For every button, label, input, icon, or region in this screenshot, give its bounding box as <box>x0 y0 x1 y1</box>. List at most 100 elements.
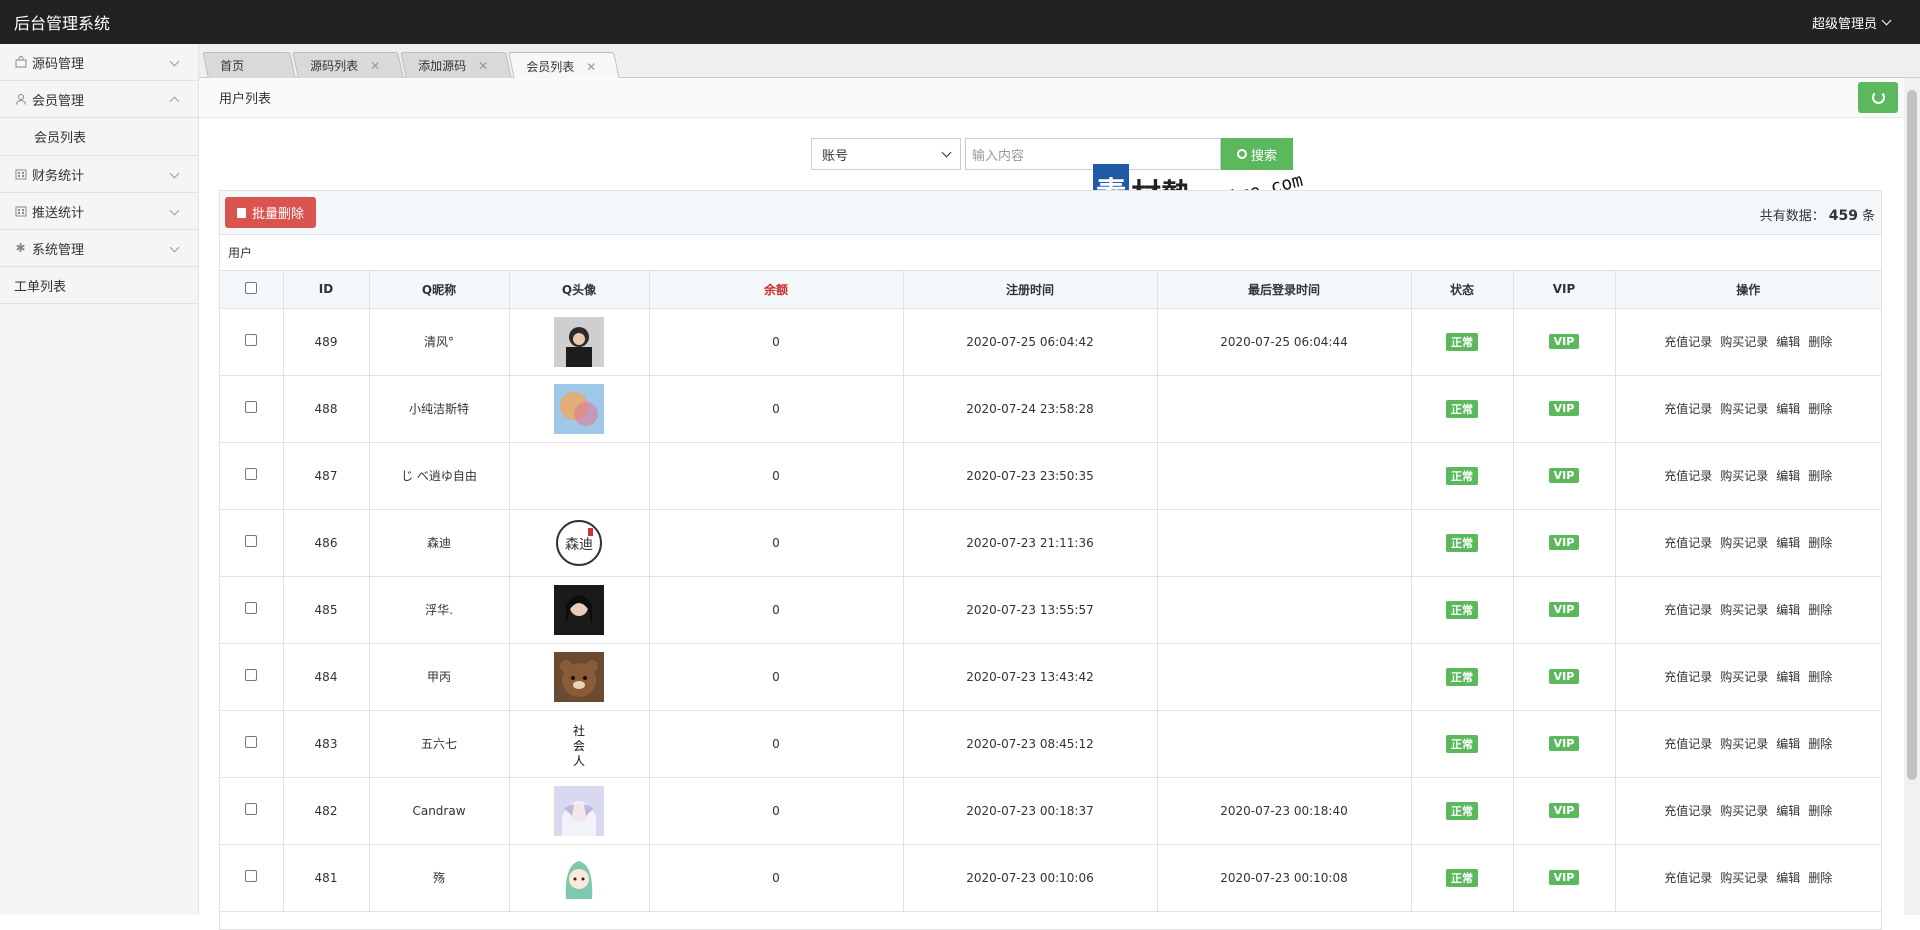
row-checkbox[interactable] <box>245 535 258 547</box>
search-field-select[interactable]: 账号 <box>811 138 961 170</box>
row-checkbox[interactable] <box>245 803 258 815</box>
delete-link[interactable]: 删除 <box>1808 737 1832 751</box>
row-checkbox[interactable] <box>245 669 258 681</box>
close-icon[interactable]: ✕ <box>370 59 380 73</box>
id-cell: 481 <box>283 844 370 912</box>
edit-link[interactable]: 编辑 <box>1776 670 1800 684</box>
delete-link[interactable]: 删除 <box>1808 804 1832 818</box>
purchase-records-link[interactable]: 购买记录 <box>1720 402 1768 416</box>
purchase-records-link[interactable]: 购买记录 <box>1720 603 1768 617</box>
scrollbar-thumb[interactable] <box>1907 90 1917 780</box>
close-icon[interactable]: ✕ <box>478 59 488 73</box>
delete-link[interactable]: 删除 <box>1808 469 1832 483</box>
recharge-records-link[interactable]: 充值记录 <box>1664 804 1712 818</box>
column-header[interactable]: 注册时间 <box>903 271 1158 309</box>
table-row[interactable]: 488 小纯洁斯特 0 2020-07-24 23:58:28 正常 VIP 充值记录 购买记… <box>220 375 1881 443</box>
table-row[interactable]: 489 清风° 0 2020-07-25 06:04:42 2020-07-25 06:… <box>220 308 1881 376</box>
recharge-records-link[interactable]: 充值记录 <box>1664 670 1712 684</box>
row-checkbox[interactable] <box>245 334 258 346</box>
recharge-records-link[interactable]: 充值记录 <box>1664 737 1712 751</box>
search-input[interactable]: 输入内容 <box>965 138 1221 170</box>
search-button[interactable]: 搜索 <box>1221 138 1293 170</box>
table-row[interactable]: 486 森迪 森迪 0 2020-07-23 21:11:36 正常 VIP 充值记录 购买记录… <box>220 509 1881 577</box>
edit-link[interactable]: 编辑 <box>1776 469 1800 483</box>
purchase-records-link[interactable]: 购买记录 <box>1720 536 1768 550</box>
register-time-cell: 2020-07-25 06:04:42 <box>903 308 1158 376</box>
recharge-records-link[interactable]: 充值记录 <box>1664 871 1712 885</box>
sidebar-item-push-stats[interactable]: 推送统计 <box>0 193 198 230</box>
purchase-records-link[interactable]: 购买记录 <box>1720 335 1768 349</box>
delete-link[interactable]: 删除 <box>1808 603 1832 617</box>
row-checkbox[interactable] <box>245 736 258 748</box>
row-checkbox[interactable] <box>245 468 258 480</box>
edit-link[interactable]: 编辑 <box>1776 871 1800 885</box>
tab-member-list[interactable]: 会员列表 ✕ <box>508 52 620 79</box>
table-row[interactable]: 487 じ べ逍ゆ自由 0 2020-07-23 23:50:35 正常 VIP 充值记录购… <box>220 442 1881 510</box>
purchase-records-link[interactable]: 购买记录 <box>1720 670 1768 684</box>
user-menu-label: 超级管理员 <box>1811 16 1877 32</box>
batch-delete-button[interactable]: 批量删除 <box>225 197 317 228</box>
delete-link[interactable]: 删除 <box>1808 871 1832 885</box>
register-time-cell: 2020-07-23 13:55:57 <box>903 576 1158 644</box>
delete-link[interactable]: 删除 <box>1808 335 1832 349</box>
svg-text:人: 人 <box>573 754 585 768</box>
tab-label: 会员列表 <box>526 59 575 74</box>
edit-link[interactable]: 编辑 <box>1776 536 1800 550</box>
row-checkbox[interactable] <box>245 602 258 614</box>
column-header[interactable]: VIP <box>1513 271 1616 309</box>
edit-link[interactable]: 编辑 <box>1776 737 1800 751</box>
avatar-cell <box>509 844 650 912</box>
vip-cell: VIP <box>1513 509 1616 577</box>
recharge-records-link[interactable]: 充值记录 <box>1664 469 1712 483</box>
recharge-records-link[interactable]: 充值记录 <box>1664 603 1712 617</box>
recharge-records-link[interactable]: 充值记录 <box>1664 402 1712 416</box>
delete-link[interactable]: 删除 <box>1808 402 1832 416</box>
last-login-cell <box>1157 576 1412 644</box>
sidebar-item-system-management[interactable]: ✱ 系统管理 <box>0 230 198 267</box>
refresh-button[interactable] <box>1858 82 1898 113</box>
table-row[interactable]: 485 浮华. 0 2020-07-23 13:55:57 正常 VIP 充值记录 购买记录编… <box>220 576 1881 644</box>
purchase-records-link[interactable]: 购买记录 <box>1720 804 1768 818</box>
purchase-records-link[interactable]: 购买记录 <box>1720 737 1768 751</box>
purchase-records-link[interactable]: 购买记录 <box>1720 871 1768 885</box>
column-header[interactable]: ID <box>283 271 370 309</box>
user-menu[interactable]: 超级管理员 <box>1812 13 1906 32</box>
table-row[interactable]: 483 五六七社会人 0 2020-07-23 08:45:12 正常 VIP 充值记录 购买… <box>220 710 1881 778</box>
close-icon[interactable]: ✕ <box>586 59 596 73</box>
sidebar-item-ticket-list[interactable]: 工单列表 <box>0 267 198 304</box>
edit-link[interactable]: 编辑 <box>1776 402 1800 416</box>
table-row[interactable]: 484 甲丙 0 2020-07-23 13:43:42 正常 VIP 充值记录 购买记录 编辑… <box>220 643 1881 711</box>
edit-link[interactable]: 编辑 <box>1776 335 1800 349</box>
recharge-records-link[interactable]: 充值记录 <box>1664 335 1712 349</box>
column-header[interactable]: Q头像 <box>509 271 650 309</box>
sidebar-item-member-management[interactable]: 会员管理 <box>0 81 198 118</box>
column-header[interactable]: 状态 <box>1411 271 1514 309</box>
nickname-cell: じ べ逍ゆ自由 <box>369 442 510 510</box>
column-header[interactable]: 余额 <box>649 271 904 309</box>
search-button-label: 搜索 <box>1250 148 1277 164</box>
sidebar-item-finance-stats[interactable]: 财务统计 <box>0 156 198 193</box>
tab-home[interactable]: 首页 <box>202 52 296 78</box>
column-header[interactable]: 最后登录时间 <box>1157 271 1412 309</box>
page-scrollbar[interactable] <box>1904 78 1920 915</box>
column-header[interactable]: Q昵称 <box>369 271 510 309</box>
gear-icon: ✱ <box>15 241 26 255</box>
column-header[interactable]: 操作 <box>1615 271 1881 309</box>
tab-add-source[interactable]: 添加源码 ✕ <box>400 52 512 78</box>
purchase-records-link[interactable]: 购买记录 <box>1720 469 1768 483</box>
table-row[interactable]: 481 殇 0 2020-07-23 00:10:06 2020-07-23 00:10… <box>220 844 1881 912</box>
recharge-records-link[interactable]: 充值记录 <box>1664 536 1712 550</box>
table-row[interactable]: 482 Candraw 0 2020-07-23 00:18:37 2020-07-23… <box>220 777 1881 845</box>
status-cell: 正常 <box>1411 777 1514 845</box>
select-all-checkbox[interactable] <box>245 281 258 294</box>
sidebar-item-source-management[interactable]: 源码管理 <box>0 44 198 81</box>
edit-link[interactable]: 编辑 <box>1776 603 1800 617</box>
table-caption: 用户 <box>220 235 1881 271</box>
tab-source-list[interactable]: 源码列表 ✕ <box>292 52 404 78</box>
sidebar-subitem-member-list[interactable]: 会员列表 <box>0 118 198 156</box>
row-checkbox[interactable] <box>245 870 258 882</box>
row-checkbox[interactable] <box>245 401 258 413</box>
edit-link[interactable]: 编辑 <box>1776 804 1800 818</box>
delete-link[interactable]: 删除 <box>1808 670 1832 684</box>
delete-link[interactable]: 删除 <box>1808 536 1832 550</box>
